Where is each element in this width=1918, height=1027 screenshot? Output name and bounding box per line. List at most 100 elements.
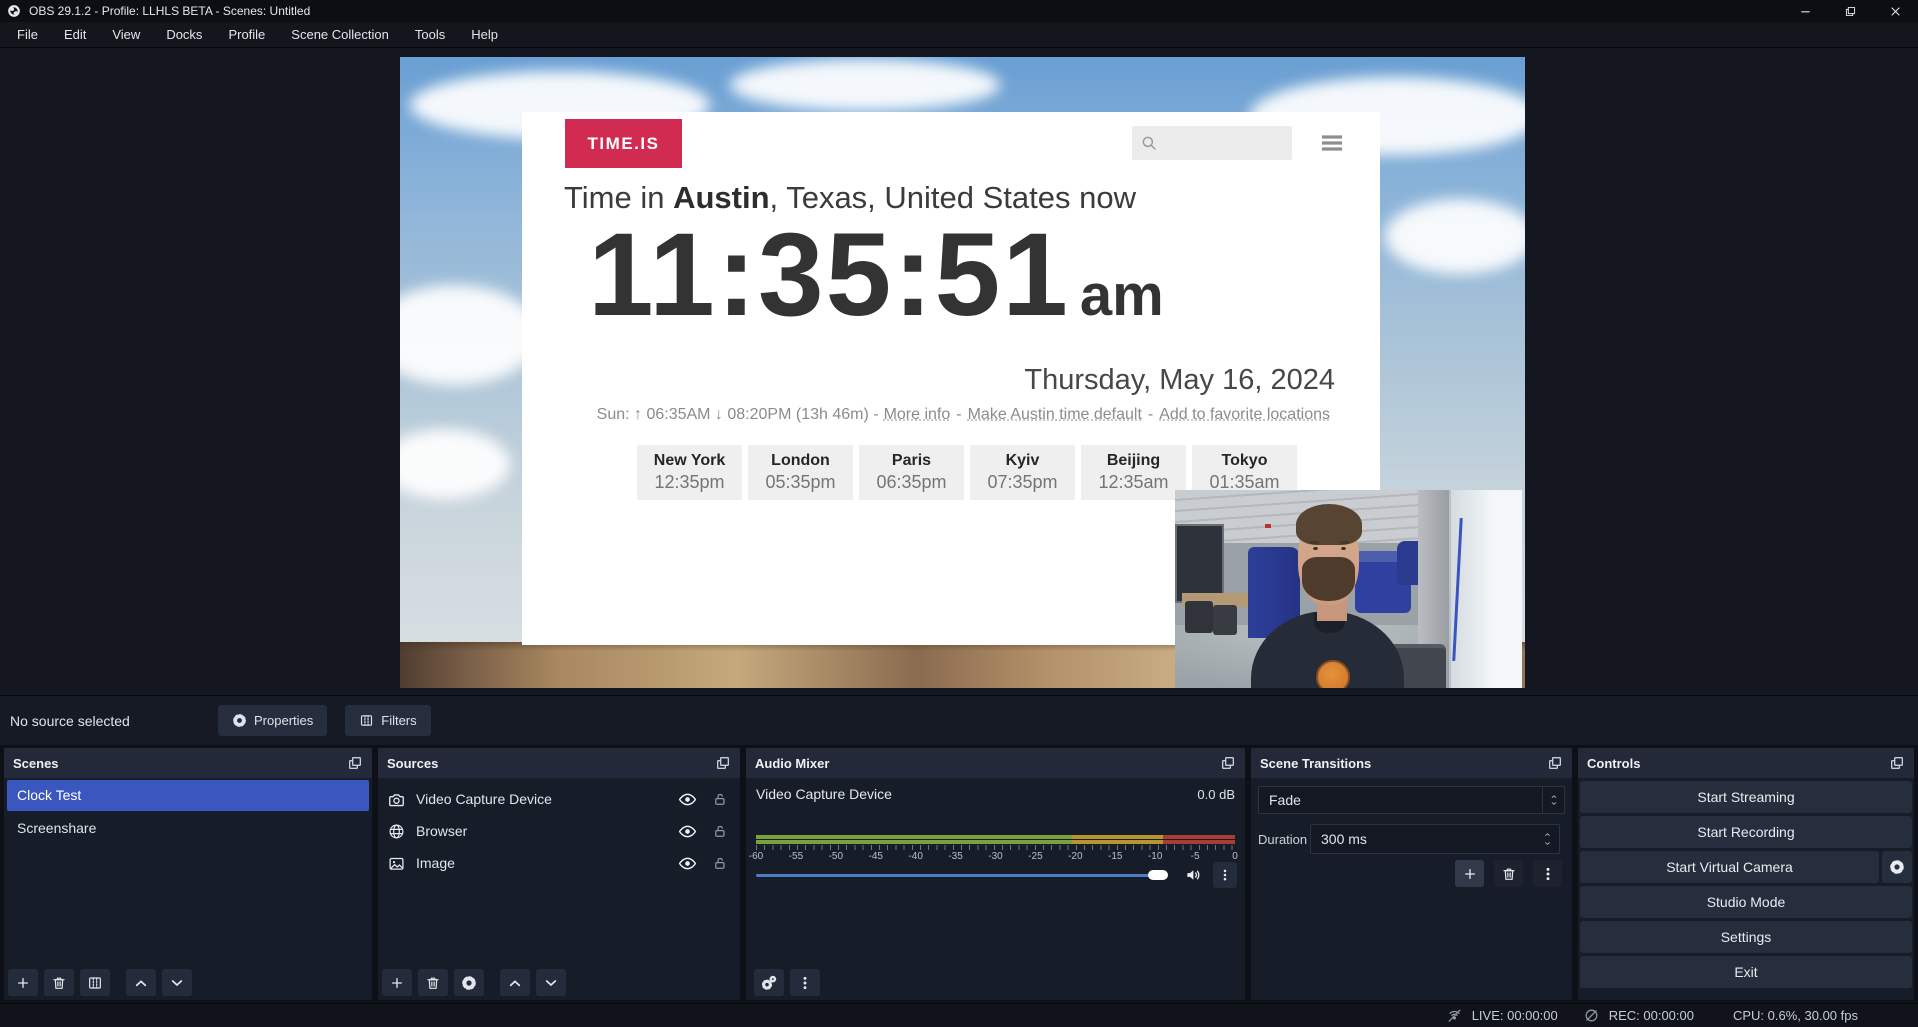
source-properties-button[interactable] — [454, 969, 484, 996]
gear-icon — [461, 975, 477, 991]
speaker-icon[interactable] — [1184, 866, 1202, 884]
popout-icon[interactable] — [1220, 755, 1236, 771]
meter-tick-label: -15 — [1108, 851, 1122, 862]
remove-source-button[interactable] — [418, 969, 448, 996]
city-name: Tokyo — [1192, 452, 1297, 470]
search-input[interactable] — [1132, 126, 1292, 160]
popout-icon[interactable] — [1547, 755, 1563, 771]
meter-tick-label: -20 — [1068, 851, 1082, 862]
restore-button[interactable] — [1828, 0, 1873, 22]
unlock-icon[interactable] — [713, 824, 728, 839]
city-name: New York — [637, 452, 742, 470]
controls-button[interactable]: Start Recording — [1580, 816, 1912, 848]
scene-item[interactable]: Clock Test — [7, 780, 369, 811]
source-row[interactable]: Browser — [378, 816, 740, 846]
move-source-up-button[interactable] — [500, 969, 530, 996]
mixer-options-button[interactable] — [1213, 862, 1237, 888]
sources-header[interactable]: Sources — [378, 748, 740, 778]
clock-meridiem: am — [1080, 267, 1164, 325]
duration-spinbox[interactable]: 300 ms — [1310, 824, 1560, 854]
spin-up-icon[interactable] — [1542, 831, 1553, 838]
advanced-audio-button[interactable] — [754, 969, 784, 996]
move-scene-up-button[interactable] — [126, 969, 156, 996]
city-name: London — [748, 452, 853, 470]
menu-item[interactable]: Profile — [215, 22, 278, 48]
hoodie-logo — [1316, 660, 1350, 688]
add-source-button[interactable] — [382, 969, 412, 996]
cloud — [730, 59, 1000, 111]
city-time-card[interactable]: Kyiv 07:35pm — [970, 445, 1075, 500]
controls-button[interactable]: Start Streaming — [1580, 781, 1912, 813]
menu-item[interactable]: Tools — [402, 22, 458, 48]
duration-label: Duration — [1258, 832, 1310, 847]
menu-item[interactable]: Edit — [51, 22, 99, 48]
cloud — [400, 429, 510, 499]
popout-icon[interactable] — [1889, 755, 1905, 771]
unlock-icon[interactable] — [713, 856, 728, 871]
city-time-card[interactable]: London 05:35pm — [748, 445, 853, 500]
more-info-link[interactable]: More info — [884, 406, 951, 423]
cloud — [400, 285, 540, 385]
controls-button[interactable]: Studio Mode — [1580, 886, 1912, 918]
menu-item[interactable]: Scene Collection — [278, 22, 402, 48]
audio-mixer-header[interactable]: Audio Mixer — [746, 748, 1245, 778]
remove-transition-button[interactable] — [1494, 860, 1523, 887]
source-row[interactable]: Image — [378, 848, 740, 878]
scene-transitions-header[interactable]: Scene Transitions — [1251, 748, 1572, 778]
volume-meter: -60-55-50-45-40-35-30-25-20-15-10-50 — [756, 835, 1235, 863]
trash-icon — [425, 975, 441, 991]
close-button[interactable] — [1873, 0, 1918, 22]
controls-button[interactable]: Exit — [1580, 956, 1912, 988]
visibility-eye-icon[interactable] — [678, 822, 697, 841]
city-time-card[interactable]: Paris 06:35pm — [859, 445, 964, 500]
popout-icon[interactable] — [715, 755, 731, 771]
unlock-icon[interactable] — [713, 792, 728, 807]
filters-button[interactable]: Filters — [345, 705, 430, 736]
visibility-eye-icon[interactable] — [678, 854, 697, 873]
add-transition-button[interactable] — [1455, 860, 1484, 887]
controls-panel: Controls Start Streaming Start Recording… — [1578, 748, 1914, 1000]
remove-scene-button[interactable] — [44, 969, 74, 996]
favorite-locations-link[interactable]: Add to favorite locations — [1159, 406, 1330, 423]
move-scene-down-button[interactable] — [162, 969, 192, 996]
virtual-camera-config-button[interactable] — [1882, 851, 1912, 883]
titlebar[interactable]: OBS 29.1.2 - Profile: LLHLS BETA - Scene… — [0, 0, 1918, 22]
program-canvas[interactable]: TIME.IS Time in Austin, Texas, United St… — [400, 57, 1525, 688]
record-off-icon — [1583, 1007, 1600, 1024]
menu-item[interactable]: Docks — [153, 22, 215, 48]
chevron-down-icon — [543, 975, 559, 991]
controls-button[interactable]: Start Virtual Camera — [1580, 851, 1879, 883]
scenes-header[interactable]: Scenes — [4, 748, 372, 778]
webcam-overlay[interactable] — [1175, 490, 1522, 688]
scene-item[interactable]: Screenshare — [7, 813, 369, 844]
move-source-down-button[interactable] — [536, 969, 566, 996]
hamburger-menu-icon[interactable] — [1318, 131, 1346, 155]
properties-button[interactable]: Properties — [218, 705, 327, 736]
controls-button[interactable]: Settings — [1580, 921, 1912, 953]
volume-slider-handle[interactable] — [1148, 870, 1168, 880]
scene-filters-button[interactable] — [80, 969, 110, 996]
visibility-eye-icon[interactable] — [678, 790, 697, 809]
menu-item[interactable]: Help — [458, 22, 511, 48]
spin-down-icon[interactable] — [1542, 840, 1553, 847]
meter-tick-label: -50 — [829, 851, 843, 862]
city-time-card[interactable]: Beijing 12:35am — [1081, 445, 1186, 500]
menu-item[interactable]: View — [99, 22, 153, 48]
minimize-button[interactable] — [1783, 0, 1828, 22]
city-time-card[interactable]: New York 12:35pm — [637, 445, 742, 500]
mixer-menu-button[interactable] — [790, 969, 820, 996]
controls-header[interactable]: Controls — [1578, 748, 1914, 778]
transition-select[interactable]: Fade — [1258, 786, 1565, 814]
transition-options-button[interactable] — [1533, 860, 1562, 887]
source-row[interactable]: Video Capture Device — [378, 784, 740, 814]
clock-display: 11:35:51 am — [588, 216, 1164, 334]
gears-icon — [761, 975, 777, 991]
menu-item[interactable]: File — [4, 22, 51, 48]
make-default-link[interactable]: Make Austin time default — [968, 406, 1142, 423]
trash-icon — [1501, 866, 1517, 882]
popout-icon[interactable] — [347, 755, 363, 771]
add-scene-button[interactable] — [8, 969, 38, 996]
select-arrows — [1542, 787, 1564, 813]
volume-slider[interactable] — [756, 874, 1168, 877]
timeis-logo[interactable]: TIME.IS — [565, 119, 682, 168]
